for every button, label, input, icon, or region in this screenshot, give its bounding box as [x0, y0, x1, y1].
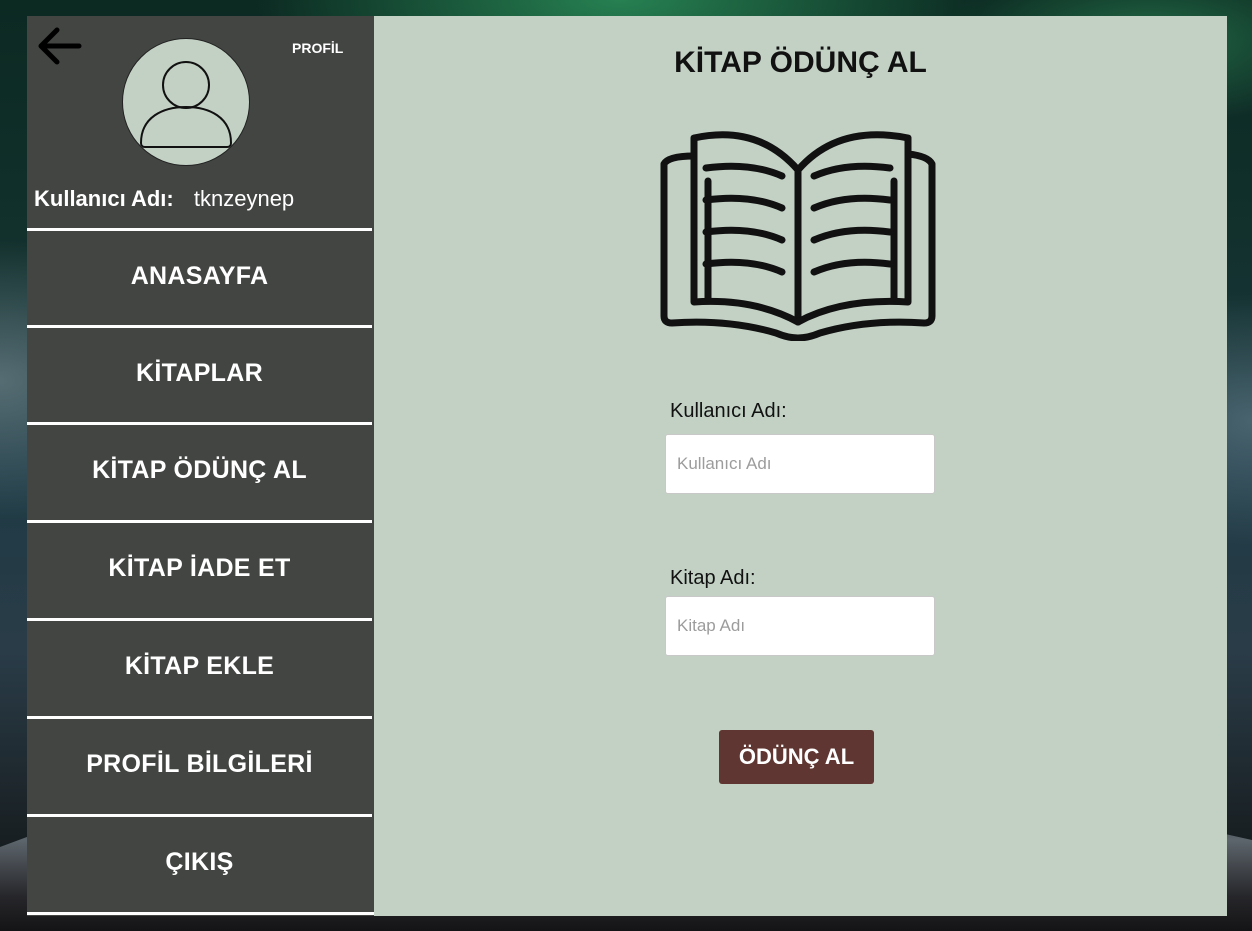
main-panel: KİTAP ÖDÜNÇ AL Kullanıcı Adı: Kitap Adı:… [374, 16, 1227, 916]
book-field-label: Kitap Adı: [670, 567, 756, 589]
profile-label: PROFİL [292, 40, 344, 56]
nav-item-return-book[interactable]: KİTAP İADE ET [27, 520, 372, 614]
nav-item-profile-info[interactable]: PROFİL BİLGİLERİ [27, 716, 372, 810]
back-button[interactable] [33, 26, 83, 66]
nav-item-home[interactable]: ANASAYFA [27, 228, 372, 322]
nav-item-logout[interactable]: ÇIKIŞ [27, 814, 372, 908]
borrow-button[interactable]: ÖDÜNÇ AL [719, 730, 874, 784]
nav-divider [27, 912, 374, 915]
avatar [122, 38, 250, 166]
page-title: KİTAP ÖDÜNÇ AL [674, 46, 927, 79]
open-book-icon [660, 131, 936, 341]
book-name-input[interactable] [665, 596, 935, 656]
user-icon [139, 61, 233, 148]
arrow-left-icon [38, 27, 82, 65]
username-value: tknzeynep [193, 186, 295, 211]
nav-item-add-book[interactable]: KİTAP EKLE [27, 618, 372, 712]
username-label: Kullanıcı Adı: [34, 186, 174, 211]
username-field-label: Kullanıcı Adı: [670, 400, 787, 422]
username-row: Kullanıcı Adı: tknzeynep [34, 186, 294, 212]
nav-item-books[interactable]: KİTAPLAR [27, 325, 372, 419]
username-input[interactable] [665, 434, 935, 494]
nav-item-borrow-book[interactable]: KİTAP ÖDÜNÇ AL [27, 422, 372, 516]
sidebar: PROFİL Kullanıcı Adı: tknzeynep ANASAYFA… [27, 16, 374, 916]
